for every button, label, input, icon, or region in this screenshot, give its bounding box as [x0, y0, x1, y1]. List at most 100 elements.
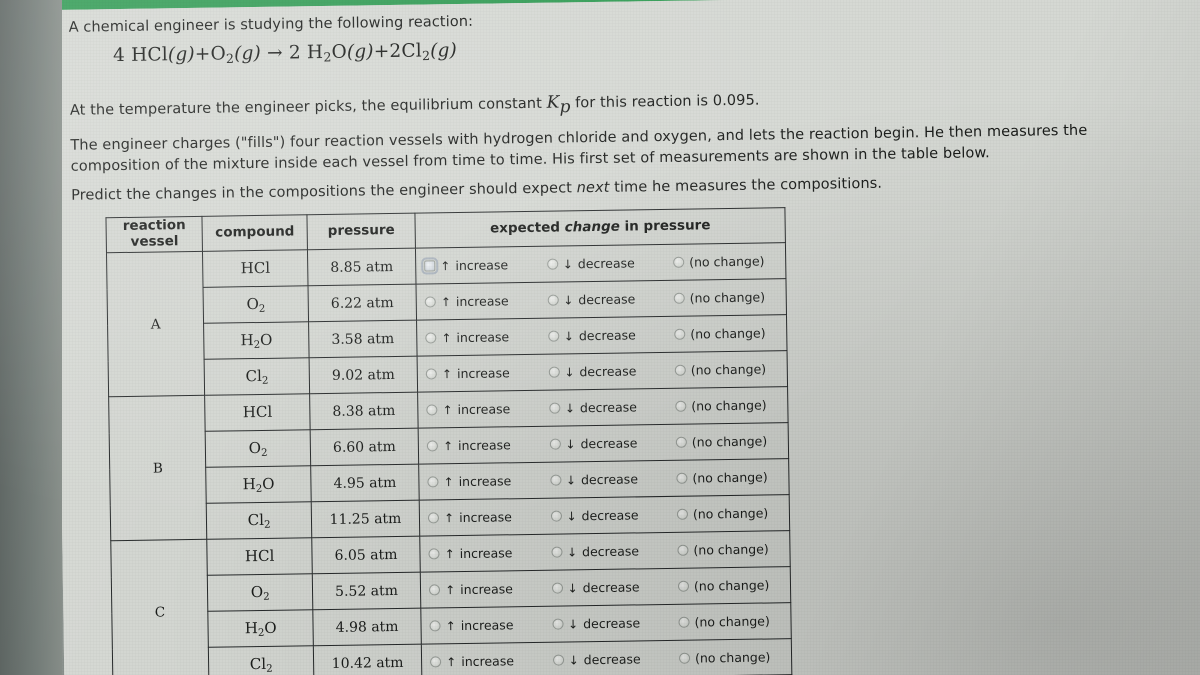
radio-increase-icon[interactable] [425, 368, 438, 380]
radio-increase-icon[interactable] [428, 548, 440, 560]
radio-decrease-icon[interactable] [550, 510, 562, 522]
option-decrease[interactable]: ↓ decrease [547, 327, 644, 343]
radio-increase-icon[interactable] [429, 584, 441, 596]
option-increase[interactable]: ↑ increase [426, 437, 519, 454]
radio-decrease-icon[interactable] [552, 654, 564, 666]
radio-decrease-icon[interactable] [547, 330, 559, 342]
option-increase[interactable]: ↑ increase [425, 329, 517, 345]
compound-cell: O2 [203, 285, 309, 324]
option-increase[interactable]: ↑ increase [428, 509, 520, 525]
change-choices-cell: ↑ increase ↓ decrease (no change) [420, 566, 791, 609]
option-no-change[interactable]: (no change) [677, 577, 786, 594]
option-increase[interactable]: ↑ increase [424, 293, 517, 309]
option-decrease[interactable]: ↓ decrease [546, 255, 643, 271]
option-increase[interactable]: ↑ increase [426, 401, 518, 417]
option-decrease[interactable]: ↓ decrease [551, 579, 647, 595]
radio-decrease-icon[interactable] [549, 474, 562, 486]
radio-no-change-icon[interactable] [677, 580, 690, 592]
option-decrease[interactable]: ↓ decrease [550, 543, 647, 559]
option-decrease[interactable]: ↓ decrease [548, 399, 645, 416]
option-increase-label: increase [461, 653, 515, 670]
radio-increase-icon[interactable] [426, 404, 438, 416]
radio-increase-icon[interactable] [427, 476, 439, 488]
option-increase[interactable]: ↑ increase [429, 581, 521, 597]
radio-increase-icon[interactable] [428, 512, 440, 524]
down-arrow-icon: ↓ [567, 580, 578, 595]
radio-decrease-icon[interactable] [549, 438, 561, 450]
radio-no-change-icon[interactable] [677, 544, 689, 556]
option-no-change[interactable]: (no change) [678, 649, 787, 666]
option-decrease[interactable]: ↓ decrease [549, 435, 645, 451]
option-increase[interactable]: ↑ increase [421, 257, 516, 275]
browser-page: A chemical engineer is studying the foll… [54, 0, 1200, 675]
equation-cl2: Cl [401, 40, 423, 62]
compound-formula: O [248, 438, 262, 457]
radio-increase-icon[interactable] [425, 332, 437, 344]
radio-decrease-icon[interactable] [552, 618, 564, 630]
radio-no-change-icon[interactable] [674, 364, 686, 376]
radio-decrease-icon[interactable] [546, 258, 558, 270]
change-choices-cell: ↑ increase ↓ decrease (no change) [416, 314, 788, 357]
radio-no-change-icon[interactable] [678, 652, 691, 664]
option-decrease[interactable]: ↓ decrease [552, 615, 648, 631]
radio-no-change-icon[interactable] [675, 400, 687, 412]
option-no-change[interactable]: (no change) [676, 505, 785, 522]
radio-decrease-icon[interactable] [550, 546, 563, 558]
radio-increase-icon[interactable] [424, 296, 436, 308]
option-no-change[interactable]: (no change) [673, 253, 781, 270]
option-increase[interactable]: ↑ increase [430, 653, 522, 669]
option-no-change-label: (no change) [690, 325, 766, 342]
option-no-change[interactable]: (no change) [677, 541, 785, 558]
radio-increase-icon[interactable] [430, 656, 442, 668]
option-no-change[interactable]: (no change) [675, 433, 784, 450]
radio-decrease-icon[interactable] [548, 366, 560, 378]
option-no-change[interactable]: (no change) [675, 397, 783, 414]
radio-decrease-icon[interactable] [547, 294, 559, 306]
option-decrease[interactable]: ↓ decrease [548, 363, 644, 379]
predict-text-after: time he measures the compositions. [609, 175, 883, 196]
compound-tail: O [259, 330, 273, 349]
compound-cell: H2O [203, 321, 309, 360]
option-increase-label: increase [459, 545, 513, 562]
option-decrease[interactable]: ↓ decrease [549, 471, 646, 488]
radio-no-change-icon[interactable] [675, 436, 687, 448]
radio-no-change-icon[interactable] [673, 256, 685, 268]
predict-text-before: Predict the changes in the compositions … [71, 180, 577, 204]
radio-decrease-icon[interactable] [551, 582, 563, 594]
option-decrease-label: decrease [580, 471, 639, 488]
kp-text-after: for this reaction is 0.095. [570, 92, 760, 112]
option-decrease[interactable]: ↓ decrease [547, 291, 643, 307]
option-increase[interactable]: ↑ increase [428, 545, 521, 562]
compound-tail: O [262, 474, 275, 493]
radio-no-change-icon[interactable] [673, 292, 685, 304]
down-arrow-icon: ↓ [566, 508, 577, 523]
option-no-change[interactable]: (no change) [673, 289, 782, 306]
option-increase[interactable]: ↑ increase [425, 365, 518, 381]
option-increase[interactable]: ↑ increase [427, 473, 519, 489]
option-increase[interactable]: ↑ increase [429, 617, 522, 633]
up-arrow-icon: ↑ [446, 654, 457, 669]
option-no-change[interactable]: (no change) [678, 613, 786, 630]
option-no-change[interactable]: (no change) [676, 469, 784, 486]
radio-no-change-icon[interactable] [676, 508, 689, 520]
radio-no-change-icon[interactable] [676, 472, 688, 484]
radio-no-change-icon[interactable] [678, 616, 690, 628]
header-reaction-vessel-line1: reaction [122, 217, 186, 235]
pressure-cell: 6.22 atm [307, 284, 417, 322]
change-choices-cell: ↑ increase ↓ decrease (no change) [420, 602, 792, 645]
radio-decrease-icon[interactable] [548, 402, 560, 414]
option-no-change[interactable]: (no change) [674, 361, 783, 378]
option-no-change[interactable]: (no change) [674, 325, 782, 342]
option-increase-label: increase [457, 437, 511, 454]
radio-increase-icon[interactable] [426, 440, 439, 452]
option-decrease-label: decrease [579, 399, 637, 416]
option-no-change-label: (no change) [691, 433, 768, 450]
down-arrow-icon: ↓ [564, 364, 575, 379]
option-decrease[interactable]: ↓ decrease [550, 507, 646, 523]
radio-increase-icon[interactable] [421, 257, 439, 275]
option-decrease[interactable]: ↓ decrease [552, 651, 649, 667]
equation-h2o-o: O [331, 41, 348, 63]
header-expected-change: expected change in pressure [415, 207, 786, 249]
radio-increase-icon[interactable] [429, 620, 441, 632]
radio-no-change-icon[interactable] [674, 328, 686, 340]
